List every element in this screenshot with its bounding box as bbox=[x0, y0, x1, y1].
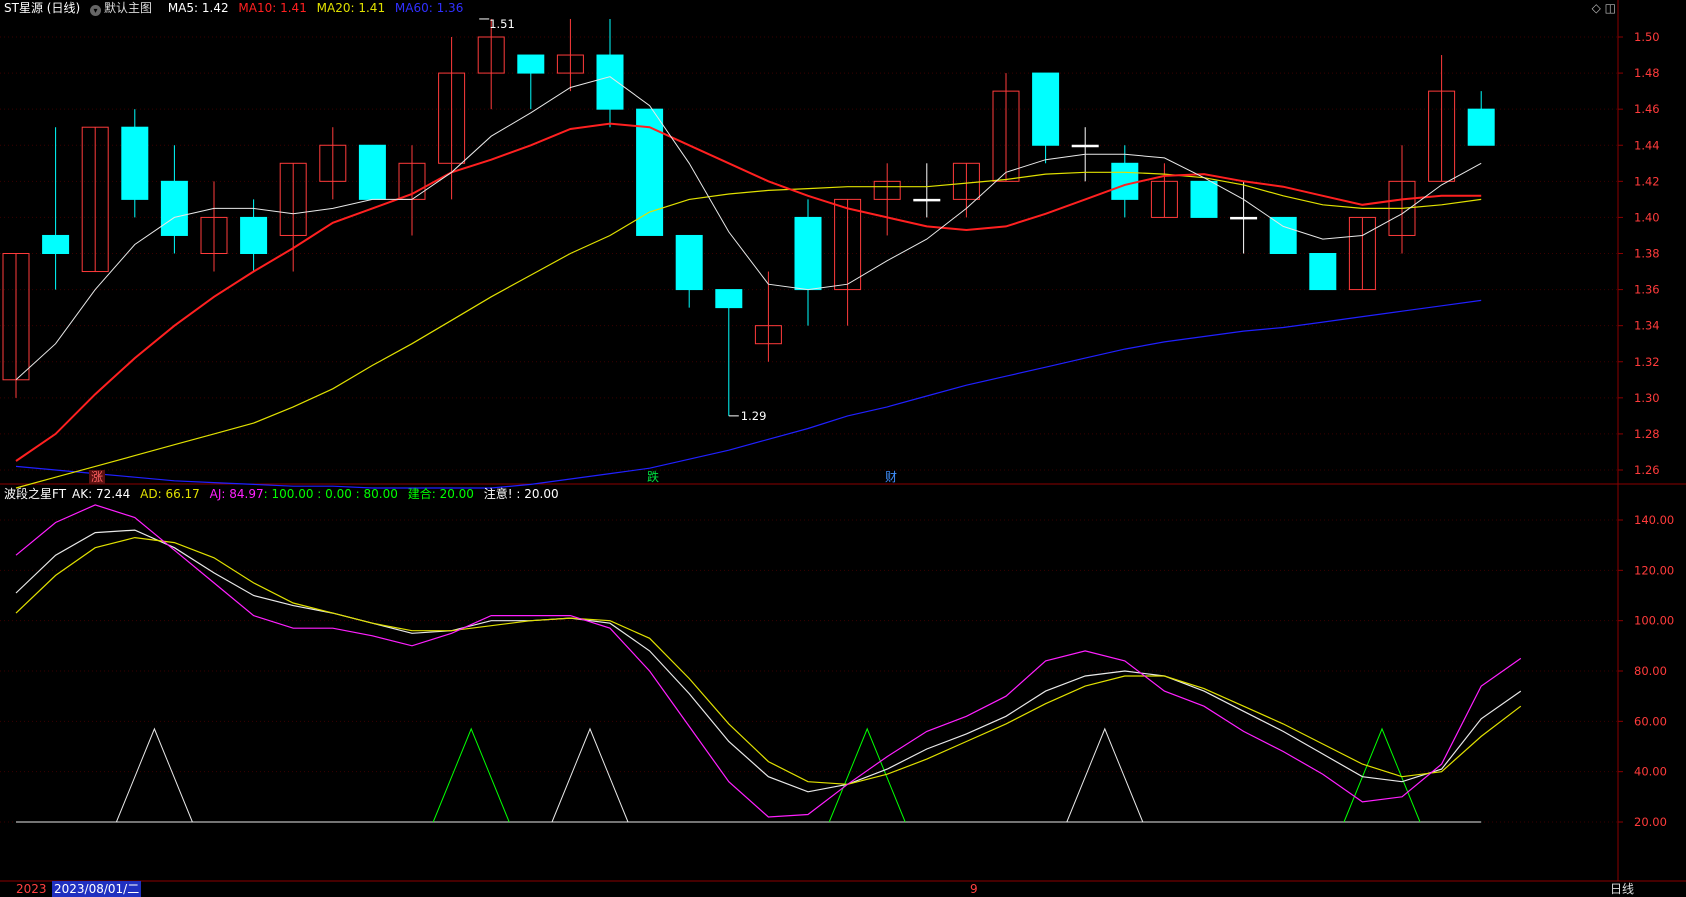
indicator-name[interactable]: 波段之星FT bbox=[4, 487, 66, 501]
candle-body bbox=[160, 180, 188, 236]
price-tick-label: 1.48 bbox=[1634, 66, 1660, 80]
aj-line bbox=[15, 504, 1522, 818]
candle-body bbox=[1111, 162, 1139, 200]
ma5-value: MA5: 1.42 bbox=[167, 1, 229, 15]
candle-body bbox=[358, 144, 386, 200]
indicator-tick-label: 20.00 bbox=[1634, 815, 1667, 829]
candle-body bbox=[1032, 72, 1060, 146]
date-axis-bar: 2023 2023/08/01/二 9 bbox=[0, 881, 1686, 897]
ad-value: AD: 66.17 bbox=[140, 487, 200, 501]
price-tick-label: 1.36 bbox=[1634, 283, 1660, 297]
signal-peak bbox=[1066, 727, 1144, 823]
price-tick-label: 1.46 bbox=[1634, 102, 1660, 116]
price-tick-label: 1.34 bbox=[1634, 319, 1660, 333]
signal-peak bbox=[432, 727, 510, 823]
main-chart-legend: ST星源 (日线) ▾ 默认主图 MA5: 1.42 MA10: 1.41 MA2… bbox=[4, 0, 469, 16]
signal-die: 跌 bbox=[647, 470, 660, 484]
price-tick-label: 1.26 bbox=[1634, 463, 1660, 477]
indicator-tick-label: 140.00 bbox=[1634, 513, 1674, 527]
chart-canvas[interactable]: 1.26 1.28 1.30 1.32 1.34 1.36 1.38 1.40 1.42 1.44… bbox=[0, 0, 1686, 897]
candle-body bbox=[794, 216, 822, 291]
signal-peak bbox=[115, 727, 193, 823]
ma60-value: MA60: 1.36 bbox=[394, 1, 464, 15]
candle-body bbox=[517, 54, 545, 74]
candle-body bbox=[715, 289, 743, 309]
price-tick-label: 1.32 bbox=[1634, 355, 1660, 369]
signal-cai: 财 bbox=[885, 470, 898, 484]
ak-line bbox=[15, 529, 1522, 793]
aj-value: AJ: 84.97 bbox=[209, 487, 264, 501]
signal-zhang: 涨 bbox=[89, 470, 106, 484]
indicator-tick-label: 100.00 bbox=[1634, 614, 1674, 628]
price-tick-label: 1.28 bbox=[1634, 427, 1660, 441]
ak-value: AK: 72.44 bbox=[72, 487, 131, 501]
candle-body bbox=[240, 216, 268, 255]
price-tick-label: 1.40 bbox=[1634, 210, 1660, 224]
candle-body bbox=[1071, 144, 1099, 148]
candle-body bbox=[1190, 180, 1218, 218]
signal-peak bbox=[551, 727, 629, 823]
chevron-down-icon[interactable]: ▾ bbox=[89, 5, 101, 16]
chip-label: 默认主图 bbox=[103, 1, 152, 15]
price-tick-label: 1.30 bbox=[1634, 391, 1660, 405]
candle-body bbox=[1269, 216, 1297, 255]
indicator-tick-label: 80.00 bbox=[1634, 664, 1667, 678]
cursor-date: 2023/08/01/二 bbox=[52, 881, 142, 897]
price-tick-label: 1.44 bbox=[1634, 138, 1660, 152]
period-label[interactable]: 日线 bbox=[1610, 881, 1634, 897]
candle-body bbox=[596, 54, 624, 110]
chart-template-chip[interactable]: ▾ 默认主图 bbox=[89, 1, 158, 16]
indicator-legend: 波段之星FT AK: 72.44 AD: 66.17 AJ: 84.97: 100… bbox=[4, 486, 565, 502]
stock-title[interactable]: ST星源 (日线) bbox=[4, 1, 80, 15]
signal-peak bbox=[828, 727, 906, 823]
ma10-value: MA10: 1.41 bbox=[238, 1, 307, 15]
candle-body bbox=[42, 234, 70, 254]
price-tick-label: 1.50 bbox=[1634, 30, 1660, 44]
candle-body bbox=[121, 126, 149, 200]
price-tick-label: 1.38 bbox=[1634, 247, 1660, 261]
indicator-tick-label: 60.00 bbox=[1634, 714, 1667, 728]
ma20-line bbox=[15, 171, 1482, 489]
levels-value: : 100.00 : 0.00 : 80.00 bbox=[263, 487, 398, 501]
price-tick-label: 1.42 bbox=[1634, 174, 1660, 188]
ma5-line bbox=[15, 76, 1482, 381]
indicator-tick-label: 40.00 bbox=[1634, 765, 1667, 779]
panel-toggle-icons[interactable]: ◇ ◫ bbox=[1592, 1, 1616, 15]
ad-line bbox=[15, 536, 1522, 785]
high-price-label: 1.51 bbox=[489, 17, 515, 31]
ma60-line bbox=[15, 299, 1482, 489]
zhuyi-value: 注意! : 20.00 bbox=[483, 487, 559, 501]
month-label: 9 bbox=[970, 882, 978, 896]
candle-body bbox=[913, 198, 941, 202]
candle-body bbox=[1467, 108, 1495, 146]
year-label: 2023 bbox=[16, 882, 47, 896]
jianhe-value: 建合: 20.00 bbox=[407, 487, 474, 501]
ma20-value: MA20: 1.41 bbox=[316, 1, 386, 15]
indicator-tick-label: 120.00 bbox=[1634, 563, 1674, 577]
candle-body bbox=[1230, 216, 1258, 220]
low-price-label: 1.29 bbox=[741, 409, 767, 423]
candle-body bbox=[675, 234, 703, 291]
candle-body bbox=[1309, 253, 1337, 291]
